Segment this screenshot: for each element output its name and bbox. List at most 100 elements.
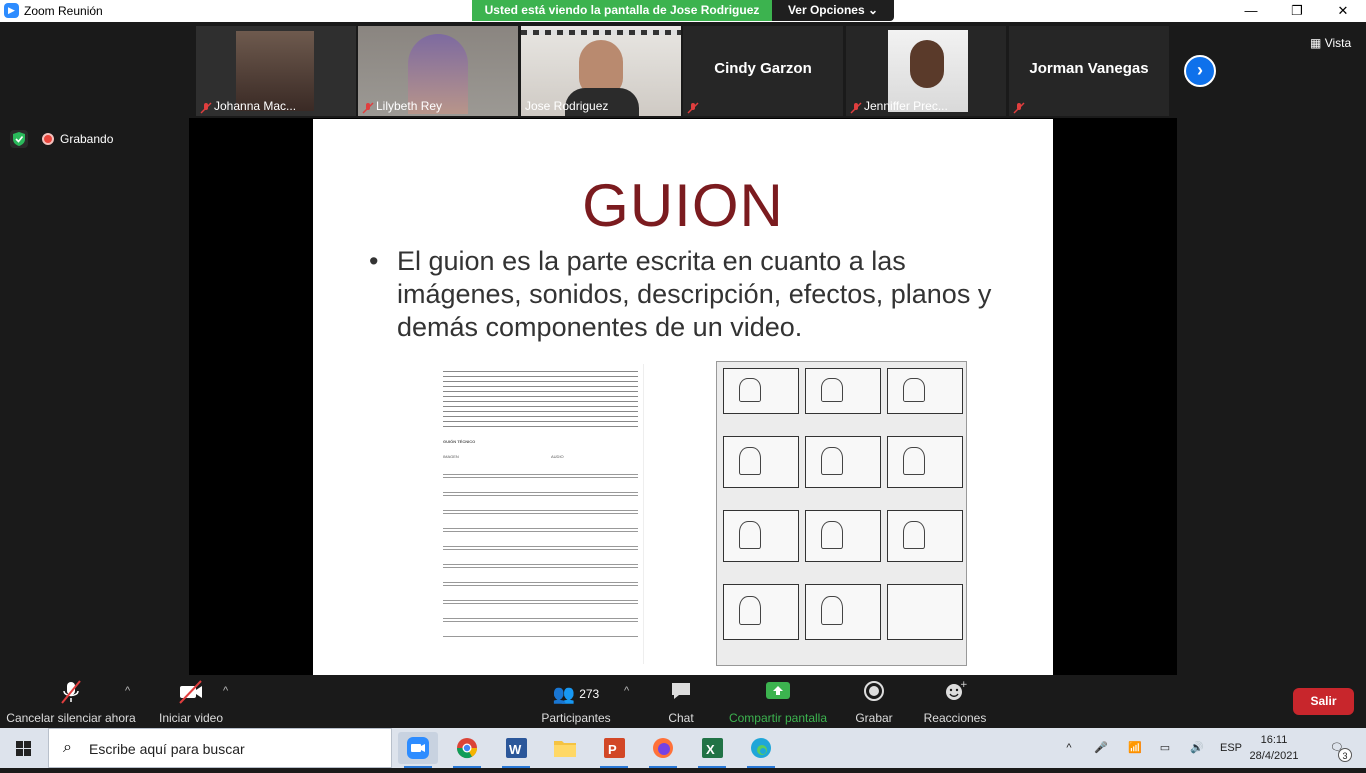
start-video-label: Iniciar video <box>158 711 224 725</box>
language-indicator[interactable]: ESP <box>1216 728 1246 768</box>
view-options-button[interactable]: Ver Opciones ⌄ <box>772 0 894 21</box>
minimize-button[interactable]: — <box>1228 0 1274 22</box>
grid-icon: ▦ <box>1310 36 1322 50</box>
participant-tile[interactable]: Jorman Vanegas <box>1009 26 1169 116</box>
storyboard-frame <box>805 510 881 562</box>
slide-title: GUION <box>582 172 784 239</box>
film-strip-decoration <box>521 30 681 35</box>
chevron-down-icon: ⌄ <box>867 3 879 17</box>
muted-mic-icon <box>850 101 862 114</box>
clock-date: 28/4/2021 <box>1249 750 1299 762</box>
muted-mic-icon <box>687 101 699 114</box>
storyboard-frame <box>805 368 881 414</box>
share-screen-label: Compartir pantalla <box>728 711 828 725</box>
zoom-logo-icon: ▶ <box>4 3 19 18</box>
restore-button[interactable]: ❐ <box>1274 0 1320 22</box>
record-button[interactable]: Grabar <box>852 675 896 728</box>
svg-text:W: W <box>509 742 522 757</box>
wifi-icon[interactable]: 📶 <box>1124 728 1146 768</box>
bullet-icon: • <box>369 246 379 276</box>
taskbar-app-powerpoint[interactable]: P <box>594 732 634 768</box>
participant-face <box>910 40 944 88</box>
view-options-label: Ver Opciones <box>787 3 865 17</box>
record-icon <box>852 679 896 709</box>
video-options-caret-icon[interactable]: ^ <box>223 685 228 697</box>
taskbar-app-chrome[interactable] <box>447 732 487 768</box>
microphone-tray-icon[interactable]: 🎤 <box>1090 728 1112 768</box>
show-hidden-icons-button[interactable]: ^ <box>1058 728 1080 768</box>
storyboard-frame <box>887 368 963 414</box>
storyboard-frame <box>887 436 963 488</box>
participant-name: Jose Rodriguez <box>525 99 609 113</box>
storyboard-frame <box>805 436 881 488</box>
battery-icon[interactable]: ▭ <box>1154 728 1176 768</box>
folder-icon <box>554 741 576 757</box>
search-icon: ⌕ <box>63 739 72 756</box>
encryption-shield-icon[interactable] <box>10 130 28 148</box>
view-layout-button[interactable]: ▦ Vista <box>1310 36 1351 50</box>
participants-icon: 👥 <box>552 684 576 704</box>
storyboard-image <box>716 361 967 666</box>
taskbar-app-word[interactable]: W <box>496 732 536 768</box>
chevron-right-icon: › <box>1197 60 1203 80</box>
zoom-app-icon <box>407 737 429 759</box>
start-video-button[interactable]: Iniciar video <box>156 675 226 728</box>
storyboard-frame <box>805 584 881 640</box>
taskbar-search-box[interactable]: ⌕ Escribe aquí para buscar <box>48 728 392 768</box>
audio-options-caret-icon[interactable]: ^ <box>125 685 130 697</box>
share-screen-icon <box>726 679 830 709</box>
participants-count: 273 <box>579 687 600 701</box>
muted-mic-icon <box>1013 101 1025 114</box>
document-col-audio: AUDIO <box>551 454 564 459</box>
participants-button[interactable]: 👥 273 Participantes <box>538 675 614 728</box>
taskbar-app-excel[interactable]: X <box>692 732 732 768</box>
taskbar-app-file-explorer[interactable] <box>545 732 585 764</box>
taskbar-app-edge[interactable] <box>741 732 781 768</box>
storyboard-frame <box>723 510 799 562</box>
participant-tile-active-speaker[interactable]: Jose Rodriguez <box>521 26 681 116</box>
excel-icon: X <box>702 738 723 758</box>
document-columns: IMAGEN AUDIO <box>443 454 638 460</box>
edge-icon <box>751 738 771 758</box>
taskbar-app-zoom[interactable] <box>398 732 438 768</box>
muted-mic-icon <box>200 101 212 114</box>
reactions-button[interactable]: + Reacciones <box>922 675 988 728</box>
storyboard-frame <box>887 584 963 640</box>
participant-name-large: Cindy Garzon <box>714 60 812 77</box>
recording-label: Grabando <box>60 131 114 146</box>
storyboard-frame <box>723 584 799 640</box>
chat-label: Chat <box>668 711 694 725</box>
clock-time: 16:11 <box>1260 734 1288 746</box>
next-page-button[interactable]: › <box>1184 55 1216 87</box>
search-placeholder: Escribe aquí para buscar <box>89 741 245 757</box>
leave-meeting-button[interactable]: Salir <box>1293 688 1354 715</box>
share-screen-button[interactable]: Compartir pantalla <box>726 675 830 728</box>
start-button[interactable] <box>0 728 48 768</box>
muted-mic-icon <box>362 101 374 114</box>
participant-tile[interactable]: Johanna Mac... <box>196 26 356 116</box>
record-label: Grabar <box>855 711 893 725</box>
participants-caret-icon[interactable]: ^ <box>624 685 629 697</box>
unmute-label: Cancelar silenciar ahora <box>6 711 136 725</box>
taskbar-clock[interactable]: 16:11 28/4/2021 <box>1246 732 1302 764</box>
video-off-icon <box>156 679 226 709</box>
viewing-banner: Usted está viendo la pantalla de Jose Ro… <box>472 0 772 21</box>
taskbar-app-firefox[interactable] <box>643 732 683 768</box>
notifications-button[interactable]: 🗨 3 <box>1320 728 1354 768</box>
participant-tile[interactable]: Jenniffer Prec... <box>846 26 1006 116</box>
muted-mic-icon <box>6 679 136 709</box>
svg-text:+: + <box>960 680 967 690</box>
unmute-button[interactable]: Cancelar silenciar ahora <box>6 675 136 728</box>
chat-button[interactable]: Chat <box>660 675 702 728</box>
recording-indicator[interactable]: Grabando <box>42 130 113 148</box>
storyboard-frame <box>723 436 799 488</box>
window-title: Zoom Reunión <box>24 4 103 18</box>
storyboard-frame <box>723 368 799 414</box>
volume-icon[interactable]: 🔊 <box>1186 728 1208 768</box>
participant-tile[interactable]: Cindy Garzon <box>683 26 843 116</box>
windows-taskbar: ⌕ Escribe aquí para buscar W P X ^ 🎤 📶 ▭… <box>0 728 1366 768</box>
close-button[interactable]: ✕ <box>1320 0 1366 22</box>
chevron-up-icon: ^ <box>1066 742 1072 754</box>
participant-tile[interactable]: Lilybeth Rey <box>358 26 518 116</box>
recording-dot-icon <box>42 132 54 145</box>
